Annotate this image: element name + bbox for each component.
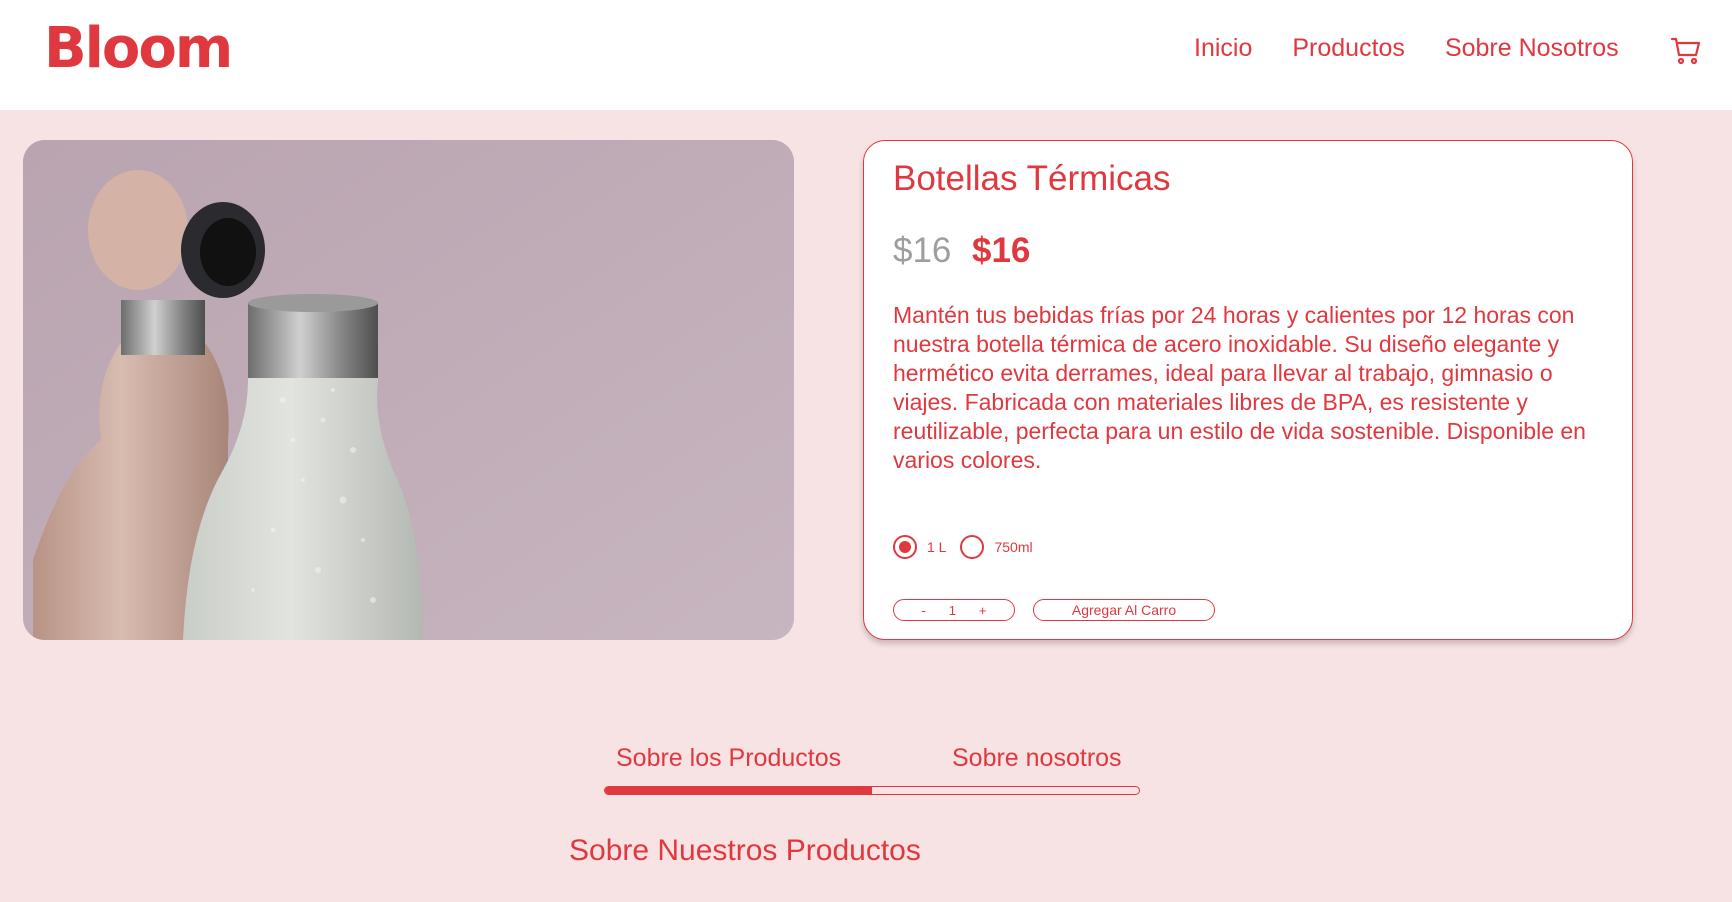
nav-link-sobre-nosotros[interactable]: Sobre Nosotros bbox=[1445, 34, 1619, 63]
add-to-cart-button[interactable]: Agregar Al Carro bbox=[1033, 599, 1215, 621]
quantity-stepper: - 1 + bbox=[893, 599, 1015, 621]
product-title: Botellas Térmicas bbox=[893, 159, 1171, 198]
brand-logo[interactable]: Bloom bbox=[44, 16, 233, 81]
tab-indicator-track bbox=[604, 786, 1140, 795]
product-card: Botellas Térmicas $16 $16 Mantén tus beb… bbox=[863, 140, 1633, 640]
main-nav: Inicio Productos Sobre Nosotros bbox=[1194, 34, 1659, 63]
sale-price: $16 bbox=[972, 231, 1031, 270]
option-label-750ml: 750ml bbox=[994, 539, 1033, 555]
section-heading: Sobre Nuestros Productos bbox=[569, 834, 921, 867]
tab-sobre-nosotros[interactable]: Sobre nosotros bbox=[952, 744, 1122, 773]
shopping-cart-icon[interactable] bbox=[1670, 34, 1702, 66]
product-image bbox=[23, 140, 794, 640]
option-label-1l: 1 L bbox=[927, 539, 947, 555]
tab-indicator-fill bbox=[605, 787, 872, 794]
product-description: Mantén tus bebidas frías por 24 horas y … bbox=[893, 302, 1586, 473]
radio-750ml[interactable] bbox=[960, 535, 985, 559]
original-price: $16 bbox=[893, 231, 952, 270]
radio-1l[interactable] bbox=[893, 535, 917, 559]
info-tabs: Sobre los Productos Sobre nosotros bbox=[604, 744, 1140, 796]
decrement-button[interactable]: - bbox=[921, 603, 925, 618]
tab-sobre-los-productos[interactable]: Sobre los Productos bbox=[616, 744, 841, 773]
site-header: Bloom Inicio Productos Sobre Nosotros bbox=[0, 0, 1732, 110]
nav-link-productos[interactable]: Productos bbox=[1292, 34, 1405, 63]
increment-button[interactable]: + bbox=[979, 603, 987, 618]
size-options: 1 L 750ml bbox=[893, 535, 1047, 559]
nav-link-inicio[interactable]: Inicio bbox=[1194, 34, 1252, 63]
thermal-bottles-photo bbox=[23, 140, 794, 640]
quantity-value: 1 bbox=[948, 602, 956, 618]
